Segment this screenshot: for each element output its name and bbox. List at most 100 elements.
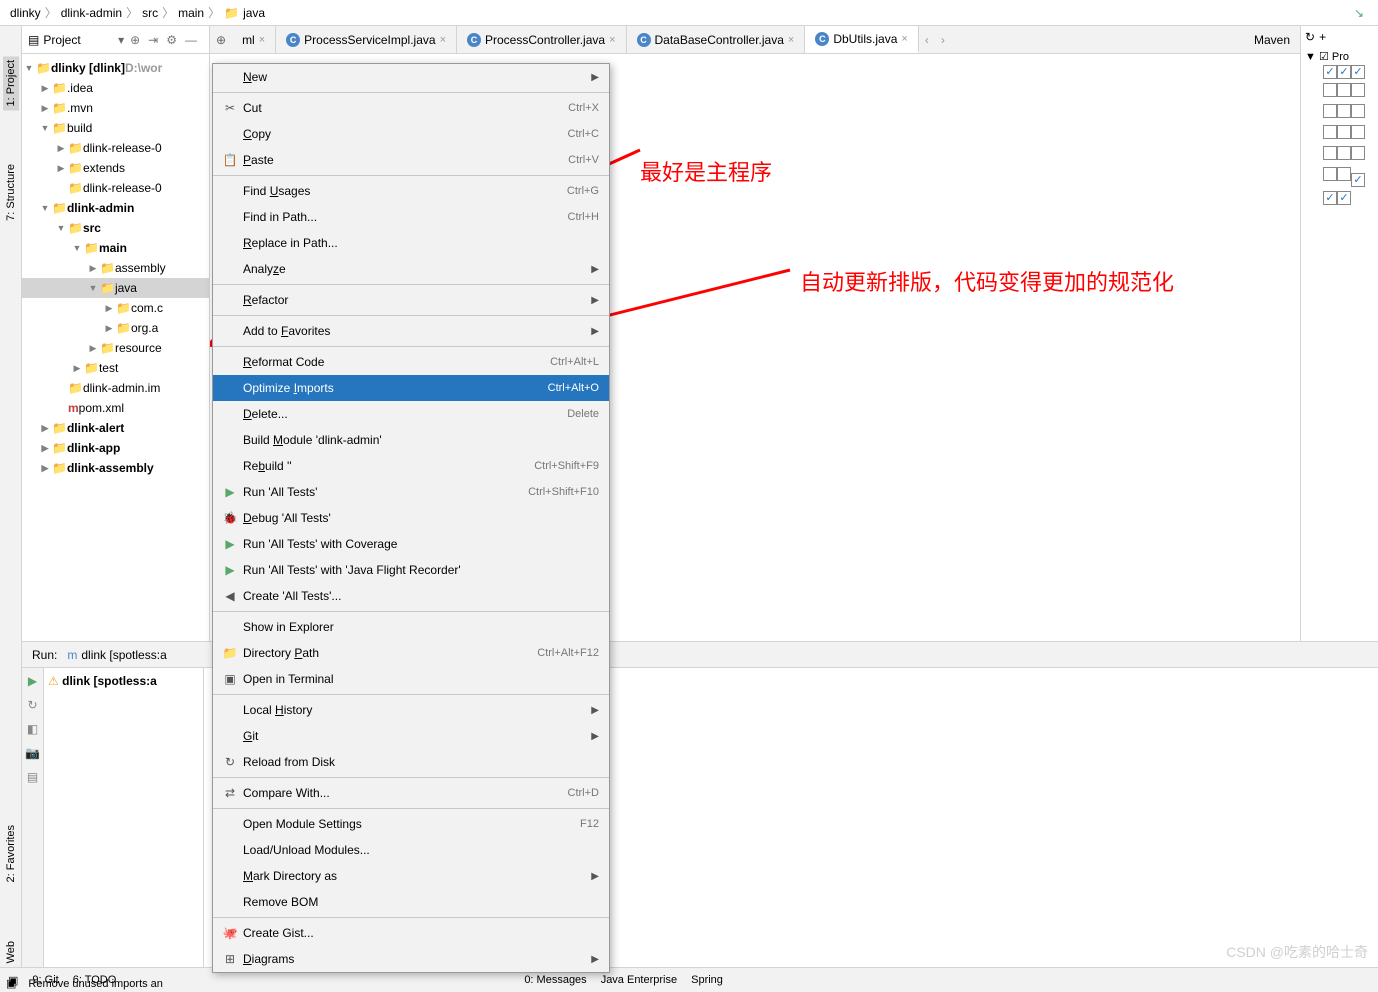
menu-item[interactable]: 🐙Create Gist... <box>213 920 609 946</box>
bc-item[interactable]: java <box>243 6 265 20</box>
checkbox[interactable] <box>1337 125 1351 139</box>
tree-node[interactable]: ▶📁 dlink-release-0 <box>22 138 209 158</box>
tab-messages[interactable]: 0: Messages <box>524 974 586 986</box>
checkbox[interactable] <box>1337 104 1351 118</box>
close-icon[interactable]: × <box>788 34 794 46</box>
menu-item[interactable]: Replace in Path... <box>213 230 609 256</box>
checkbox[interactable] <box>1351 125 1365 139</box>
bc-item[interactable]: main <box>178 6 204 20</box>
checkbox[interactable] <box>1337 191 1351 205</box>
checkbox[interactable] <box>1323 167 1337 181</box>
menu-item[interactable]: Open Module SettingsF12 <box>213 811 609 837</box>
tab-java-enterprise[interactable]: Java Enterprise <box>601 974 677 986</box>
gear-icon[interactable]: ⚙ <box>166 33 177 47</box>
menu-item[interactable]: ↻Reload from Disk <box>213 749 609 775</box>
menu-item[interactable]: Show in Explorer <box>213 614 609 640</box>
menu-item[interactable]: Reformat CodeCtrl+Alt+L <box>213 349 609 375</box>
hammer-icon[interactable]: ↘ <box>1354 6 1364 20</box>
tree-node[interactable]: ▶📁 com.c <box>22 298 209 318</box>
bc-item[interactable]: src <box>142 6 158 20</box>
menu-item[interactable]: Mark Directory as▶ <box>213 863 609 889</box>
checkbox[interactable] <box>1351 83 1365 97</box>
run-config-0[interactable]: dlink [spotless:a <box>81 648 166 662</box>
menu-item[interactable]: Find in Path...Ctrl+H <box>213 204 609 230</box>
tree-node[interactable]: ▼📁 main <box>22 238 209 258</box>
menu-item[interactable]: Find UsagesCtrl+G <box>213 178 609 204</box>
menu-item[interactable]: ◀Create 'All Tests'... <box>213 583 609 609</box>
tree-node[interactable]: ▼📁 java <box>22 278 209 298</box>
editor-tab[interactable]: CDataBaseController.java× <box>627 26 806 53</box>
menu-item[interactable]: Analyze▶ <box>213 256 609 282</box>
menu-item[interactable]: CopyCtrl+C <box>213 121 609 147</box>
editor-tab[interactable]: CProcessController.java× <box>457 26 627 53</box>
close-icon[interactable]: × <box>259 34 265 46</box>
tab-nav-left[interactable]: ‹ <box>919 33 935 47</box>
menu-item[interactable]: Local History▶ <box>213 697 609 723</box>
tree-node[interactable]: ▶📁 test <box>22 358 209 378</box>
target-icon[interactable]: ⊕ <box>130 33 140 47</box>
editor-tab[interactable]: CDbUtils.java× <box>805 26 918 53</box>
tree-node[interactable]: ▶📁 .mvn <box>22 98 209 118</box>
tree-node[interactable]: ▶📁 dlink-alert <box>22 418 209 438</box>
menu-item[interactable]: 📋PasteCtrl+V <box>213 147 609 173</box>
tree-node[interactable]: ▶📁 assembly <box>22 258 209 278</box>
tab-project[interactable]: 1: Project <box>3 56 19 110</box>
checkbox[interactable] <box>1351 173 1365 187</box>
menu-item[interactable]: Rebuild ''Ctrl+Shift+F9 <box>213 453 609 479</box>
crosshair-icon[interactable]: ⊕ <box>216 33 226 47</box>
menu-item[interactable]: Remove BOM <box>213 889 609 915</box>
run-tree[interactable]: ⚠ dlink [spotless:a <box>44 668 204 967</box>
checkbox[interactable] <box>1323 65 1337 79</box>
run-layout-icon[interactable]: ▤ <box>27 770 38 784</box>
menu-item[interactable]: New▶ <box>213 64 609 90</box>
checkbox[interactable] <box>1337 83 1351 97</box>
tab-favorites[interactable]: 2: Favorites <box>3 821 19 886</box>
tree-node[interactable]: 📁 dlink-release-0 <box>22 178 209 198</box>
menu-item[interactable]: Build Module 'dlink-admin' <box>213 427 609 453</box>
tab-spring[interactable]: Spring <box>691 974 723 986</box>
plus-icon[interactable]: + <box>1319 30 1326 44</box>
close-icon[interactable]: × <box>901 33 907 45</box>
close-icon[interactable]: × <box>609 34 615 46</box>
checkbox[interactable] <box>1351 104 1365 118</box>
editor-tab[interactable]: ml× <box>232 26 276 53</box>
maven-tool[interactable]: Maven <box>1244 33 1300 47</box>
tree-node[interactable]: ▶📁 org.a <box>22 318 209 338</box>
checkbox[interactable] <box>1323 104 1337 118</box>
run-stop-icon[interactable]: ◧ <box>27 722 38 736</box>
tree-node[interactable]: ▶📁 .idea <box>22 78 209 98</box>
menu-item[interactable]: Git▶ <box>213 723 609 749</box>
menu-item[interactable]: Optimize ImportsCtrl+Alt+O <box>213 375 609 401</box>
checkbox[interactable] <box>1351 146 1365 160</box>
tree-node[interactable]: ▶📁 dlink-assembly <box>22 458 209 478</box>
collapse-icon[interactable]: ⇥ <box>148 33 158 47</box>
refresh-icon[interactable]: ↻ <box>1305 30 1315 44</box>
bc-item[interactable]: dlinky <box>10 6 41 20</box>
tree-node[interactable]: ▼📁 dlink-admin <box>22 198 209 218</box>
tab-structure[interactable]: 7: Structure <box>3 160 19 225</box>
bc-item[interactable]: dlink-admin <box>61 6 122 20</box>
hide-icon[interactable]: — <box>185 33 197 47</box>
tab-nav-right[interactable]: › <box>935 33 951 47</box>
tree-node[interactable]: ▶📁 extends <box>22 158 209 178</box>
close-icon[interactable]: × <box>440 34 446 46</box>
run-tree-item[interactable]: dlink [spotless:a <box>62 674 157 688</box>
tree-node[interactable]: m pom.xml <box>22 398 209 418</box>
checkbox[interactable] <box>1337 146 1351 160</box>
menu-item[interactable]: Delete...Delete <box>213 401 609 427</box>
menu-item[interactable]: ▶Run 'All Tests' with 'Java Flight Recor… <box>213 557 609 583</box>
editor-tab[interactable]: CProcessServiceImpl.java× <box>276 26 457 53</box>
menu-item[interactable]: Load/Unload Modules... <box>213 837 609 863</box>
menu-item[interactable]: Refactor▶ <box>213 287 609 313</box>
tree-node[interactable]: ▶📁 dlink-app <box>22 438 209 458</box>
checkbox[interactable] <box>1323 83 1337 97</box>
checkbox[interactable] <box>1323 146 1337 160</box>
menu-item[interactable]: ▣Open in Terminal <box>213 666 609 692</box>
checkbox[interactable] <box>1323 191 1337 205</box>
tab-web[interactable]: Web <box>3 937 19 967</box>
menu-item[interactable]: ⊞Diagrams▶ <box>213 946 609 972</box>
checkbox[interactable] <box>1337 167 1351 181</box>
run-play-icon[interactable]: ▶ <box>28 674 37 688</box>
menu-item[interactable]: ✂CutCtrl+X <box>213 95 609 121</box>
menu-item[interactable]: ▶Run 'All Tests'Ctrl+Shift+F10 <box>213 479 609 505</box>
